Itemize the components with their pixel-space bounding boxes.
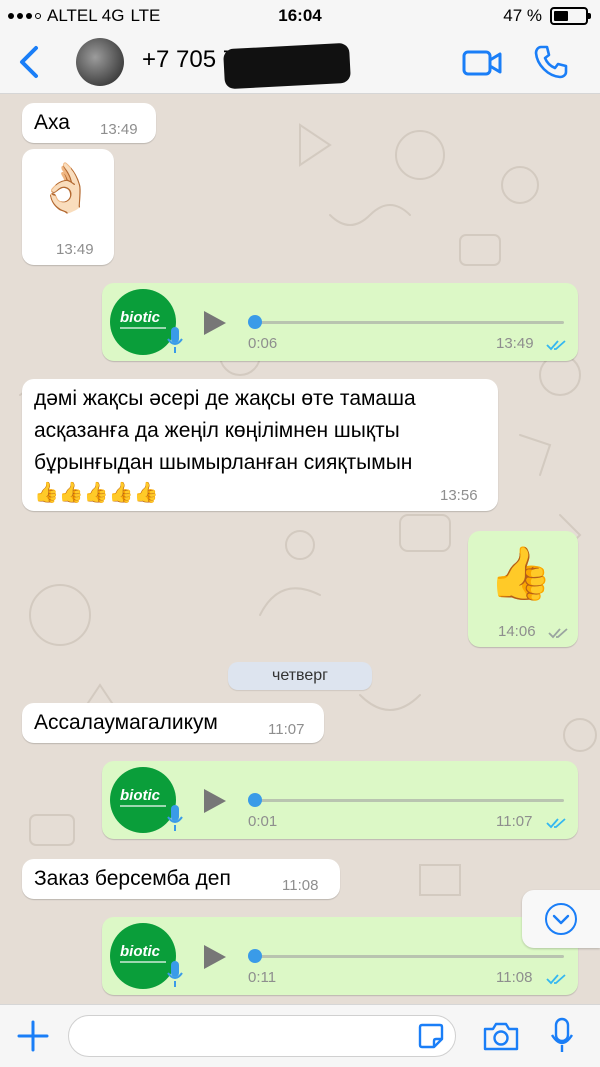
message-time: 11:08 <box>496 969 533 986</box>
voice-progress-knob[interactable] <box>248 793 262 807</box>
message-time: 14:06 <box>498 623 536 640</box>
thumbnail-logo: biotic <box>120 309 160 326</box>
battery-icon <box>550 7 591 25</box>
message-time: 11:07 <box>268 721 305 738</box>
microphone-icon <box>167 961 183 987</box>
ok-hand-emoji: 👌🏻 <box>36 162 96 215</box>
message-line: бұрынғыдан шымырланған сияқтымын <box>34 451 413 474</box>
thumbnail-logo: biotic <box>120 943 160 960</box>
read-ticks-icon <box>546 974 566 985</box>
voice-progress-track[interactable] <box>254 321 564 324</box>
voice-duration: 0:06 <box>248 335 278 352</box>
scroll-to-bottom-button[interactable] <box>522 890 600 948</box>
avatar[interactable] <box>76 38 124 86</box>
camera-icon[interactable] <box>482 1020 520 1052</box>
message-bubble-outgoing[interactable]: 👍 14:06 <box>468 531 578 647</box>
voice-message-outgoing[interactable]: biotic 0:01 11:07 <box>102 761 578 839</box>
message-bubble-incoming[interactable]: Аха 13:49 <box>22 103 156 143</box>
message-bubble-incoming[interactable]: Заказ берсемба деп 11:08 <box>22 859 340 899</box>
message-text: Заказ берсемба деп <box>34 867 231 890</box>
delivered-ticks-icon <box>548 628 568 639</box>
message-text: Аха <box>34 111 70 134</box>
thumbs-up-emoji: 👍 <box>488 545 553 603</box>
message-input[interactable] <box>68 1015 456 1057</box>
read-ticks-icon <box>546 340 566 351</box>
voice-duration: 0:01 <box>248 813 278 830</box>
chat-area[interactable]: Аха 13:49 👌🏻 13:49 biotic 0:06 13:49 дәм… <box>0 95 600 1004</box>
message-time: 11:07 <box>496 813 533 830</box>
play-icon[interactable] <box>202 309 228 337</box>
play-icon[interactable] <box>202 943 228 971</box>
thumbnail-underline <box>120 961 166 963</box>
redaction-mark <box>223 42 351 90</box>
message-time: 11:08 <box>282 877 319 894</box>
thumbnail-logo: biotic <box>120 787 160 804</box>
phone-icon[interactable] <box>533 44 569 80</box>
chevron-left-icon[interactable] <box>12 42 48 82</box>
voice-progress-track[interactable] <box>254 799 564 802</box>
message-line: асқазанға да жеңіл көңілімнен шықты <box>34 419 400 442</box>
message-bubble-incoming[interactable]: дәмі жақсы әсері де жақсы өте тамаша асқ… <box>22 379 498 511</box>
chevron-down-icon <box>545 903 577 935</box>
message-time: 13:56 <box>440 487 478 504</box>
voice-progress-track[interactable] <box>254 955 564 958</box>
chat-header: +7 705 704 6409 <box>0 30 600 94</box>
battery-fill <box>554 11 568 21</box>
plus-icon[interactable] <box>16 1019 50 1053</box>
voice-message-outgoing[interactable]: biotic 0:06 13:49 <box>102 283 578 361</box>
battery-percent: 47 % <box>503 6 542 25</box>
microphone-icon <box>167 327 183 353</box>
play-icon[interactable] <box>202 787 228 815</box>
microphone-icon <box>167 805 183 831</box>
thumbnail-underline <box>120 805 166 807</box>
message-text: Ассалаумагаликум <box>34 711 218 734</box>
day-separator: четверг <box>228 662 372 690</box>
thumbs-up-emoji-row: 👍👍👍👍👍 <box>34 482 159 504</box>
sticker-icon[interactable] <box>417 1022 445 1050</box>
voice-duration: 0:11 <box>248 969 277 986</box>
voice-progress-knob[interactable] <box>248 949 262 963</box>
message-time: 13:49 <box>100 121 138 138</box>
voice-message-outgoing[interactable]: biotic 0:11 11:08 <box>102 917 578 995</box>
message-time: 13:49 <box>496 335 534 352</box>
message-input-bar <box>0 1004 600 1067</box>
message-line: дәмі жақсы әсері де жақсы өте тамаша <box>34 387 416 410</box>
voice-progress-knob[interactable] <box>248 315 262 329</box>
message-time: 13:49 <box>56 241 94 258</box>
status-right: 47 % <box>503 6 591 26</box>
status-bar: ALTEL 4G LTE 16:04 47 % <box>0 0 600 30</box>
message-bubble-incoming[interactable]: 👌🏻 13:49 <box>22 149 114 265</box>
microphone-icon[interactable] <box>550 1017 574 1055</box>
thumbnail-underline <box>120 327 166 329</box>
read-ticks-icon <box>546 818 566 829</box>
message-bubble-incoming[interactable]: Ассалаумагаликум 11:07 <box>22 703 324 743</box>
video-camera-icon[interactable] <box>462 48 502 78</box>
